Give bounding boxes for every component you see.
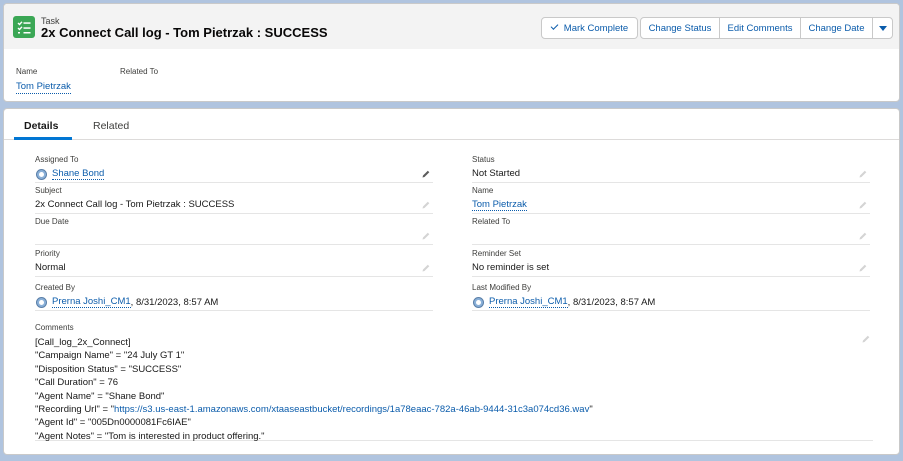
pencil-icon[interactable] bbox=[858, 200, 868, 210]
action-bar: Mark Complete Change Status Edit Comment… bbox=[541, 17, 893, 39]
field-label: Last Modified By bbox=[472, 283, 532, 292]
field-value: Prerna Joshi_CM1 , 8/31/2023, 8:57 AM bbox=[472, 296, 655, 308]
pencil-icon[interactable] bbox=[858, 169, 868, 179]
user-avatar-icon bbox=[36, 296, 47, 308]
user-avatar-icon bbox=[36, 168, 47, 180]
recording-url-link[interactable]: https://s3.us-east-1.amazonaws.com/xtaas… bbox=[114, 404, 589, 415]
field-comments: Comments [Call_log_2x_Connect] "Campaign… bbox=[35, 320, 873, 443]
change-date-button[interactable]: Change Date bbox=[800, 17, 873, 39]
field-status: Status Not Started bbox=[472, 152, 870, 183]
field-assigned-to: Assigned To Shane Bond bbox=[35, 152, 433, 183]
comment-line: "Agent Notes" = "Tom is interested in pr… bbox=[35, 430, 265, 442]
field-label: Created By bbox=[35, 283, 76, 292]
page-title: 2x Connect Call log - Tom Pietrzak : SUC… bbox=[41, 25, 328, 40]
mark-complete-button[interactable]: Mark Complete bbox=[541, 17, 638, 39]
field-label: Status bbox=[472, 155, 495, 164]
task-checklist-icon bbox=[13, 16, 35, 38]
comment-line: "Agent Name" = "Shane Bond" bbox=[35, 390, 165, 402]
created-by-link[interactable]: Prerna Joshi_CM1 bbox=[52, 296, 131, 308]
details-card: Details Related Assigned To Shane Bond S… bbox=[3, 108, 900, 455]
highlight-related-label: Related To bbox=[120, 67, 159, 76]
field-last-modified-by: Last Modified By Prerna Joshi_CM1 , 8/31… bbox=[472, 280, 870, 311]
tab-bar: Details Related bbox=[4, 109, 899, 140]
mark-complete-label: Mark Complete bbox=[563, 22, 629, 34]
created-date: , 8/31/2023, 8:57 AM bbox=[130, 296, 219, 308]
tab-details[interactable]: Details bbox=[24, 120, 58, 132]
edit-comments-button[interactable]: Edit Comments bbox=[719, 17, 801, 39]
comment-line-recording: "Recording Url" = "https://s3.us-east-1.… bbox=[35, 403, 593, 416]
field-label: Reminder Set bbox=[472, 249, 521, 258]
pencil-icon[interactable] bbox=[421, 169, 431, 179]
field-value: 2x Connect Call log - Tom Pietrzak : SUC… bbox=[35, 199, 235, 210]
pencil-icon[interactable] bbox=[861, 334, 871, 344]
assigned-to-link[interactable]: Shane Bond bbox=[52, 168, 105, 180]
field-value: Tom Pietrzak bbox=[472, 199, 527, 211]
comment-line: "Agent Id" = "005Dn0000081Fc6IAE" bbox=[35, 417, 191, 429]
field-label: Related To bbox=[472, 217, 511, 226]
field-value: Prerna Joshi_CM1 , 8/31/2023, 8:57 AM bbox=[35, 296, 218, 308]
field-due-date: Due Date bbox=[35, 214, 433, 245]
field-label: Due Date bbox=[35, 217, 69, 226]
field-label: Comments bbox=[35, 323, 74, 332]
field-label: Priority bbox=[35, 249, 60, 258]
field-name: Name Tom Pietrzak bbox=[472, 183, 870, 214]
pencil-icon[interactable] bbox=[858, 231, 868, 241]
comment-line: [Call_log_2x_Connect] bbox=[35, 337, 131, 348]
field-priority: Priority Normal bbox=[35, 246, 433, 277]
field-subject: Subject 2x Connect Call log - Tom Pietrz… bbox=[35, 183, 433, 214]
field-label: Name bbox=[472, 186, 494, 195]
recording-suffix: " bbox=[589, 404, 593, 416]
comment-line: "Campaign Name" = "24 July GT 1" bbox=[35, 350, 185, 362]
chevron-down-icon bbox=[878, 25, 887, 31]
highlight-name-label: Name bbox=[16, 67, 38, 76]
field-created-by: Created By Prerna Joshi_CM1 , 8/31/2023,… bbox=[35, 280, 433, 311]
field-value: Shane Bond bbox=[35, 168, 105, 180]
field-reminder-set: Reminder Set No reminder is set bbox=[472, 246, 870, 277]
more-actions-button[interactable] bbox=[872, 17, 893, 39]
recording-prefix: "Recording Url" = " bbox=[35, 404, 115, 416]
comments-text: [Call_log_2x_Connect] "Campaign Name" = … bbox=[35, 336, 593, 443]
field-value: Normal bbox=[35, 262, 66, 273]
name-link[interactable]: Tom Pietrzak bbox=[472, 199, 527, 211]
comment-line: "Call Duration" = 76 bbox=[35, 377, 119, 389]
user-avatar-icon bbox=[473, 296, 484, 308]
field-related-to: Related To bbox=[472, 214, 870, 245]
tab-related[interactable]: Related bbox=[93, 120, 129, 132]
active-tab-indicator bbox=[14, 137, 72, 140]
field-label: Subject bbox=[35, 186, 62, 195]
pencil-icon[interactable] bbox=[421, 200, 431, 210]
comment-line: "Disposition Status" = "SUCCESS" bbox=[35, 363, 182, 375]
pencil-icon[interactable] bbox=[421, 231, 431, 241]
checkmark-icon bbox=[550, 22, 559, 30]
field-label: Assigned To bbox=[35, 155, 79, 164]
field-value: No reminder is set bbox=[472, 262, 550, 273]
last-modified-date: , 8/31/2023, 8:57 AM bbox=[567, 296, 656, 308]
field-value: Not Started bbox=[472, 168, 521, 179]
change-status-button[interactable]: Change Status bbox=[640, 17, 720, 39]
last-modified-by-link[interactable]: Prerna Joshi_CM1 bbox=[489, 296, 568, 308]
pencil-icon[interactable] bbox=[421, 263, 431, 273]
highlight-name-link[interactable]: Tom Pietrzak bbox=[16, 81, 71, 94]
record-header: Task 2x Connect Call log - Tom Pietrzak … bbox=[3, 3, 900, 102]
pencil-icon[interactable] bbox=[858, 263, 868, 273]
